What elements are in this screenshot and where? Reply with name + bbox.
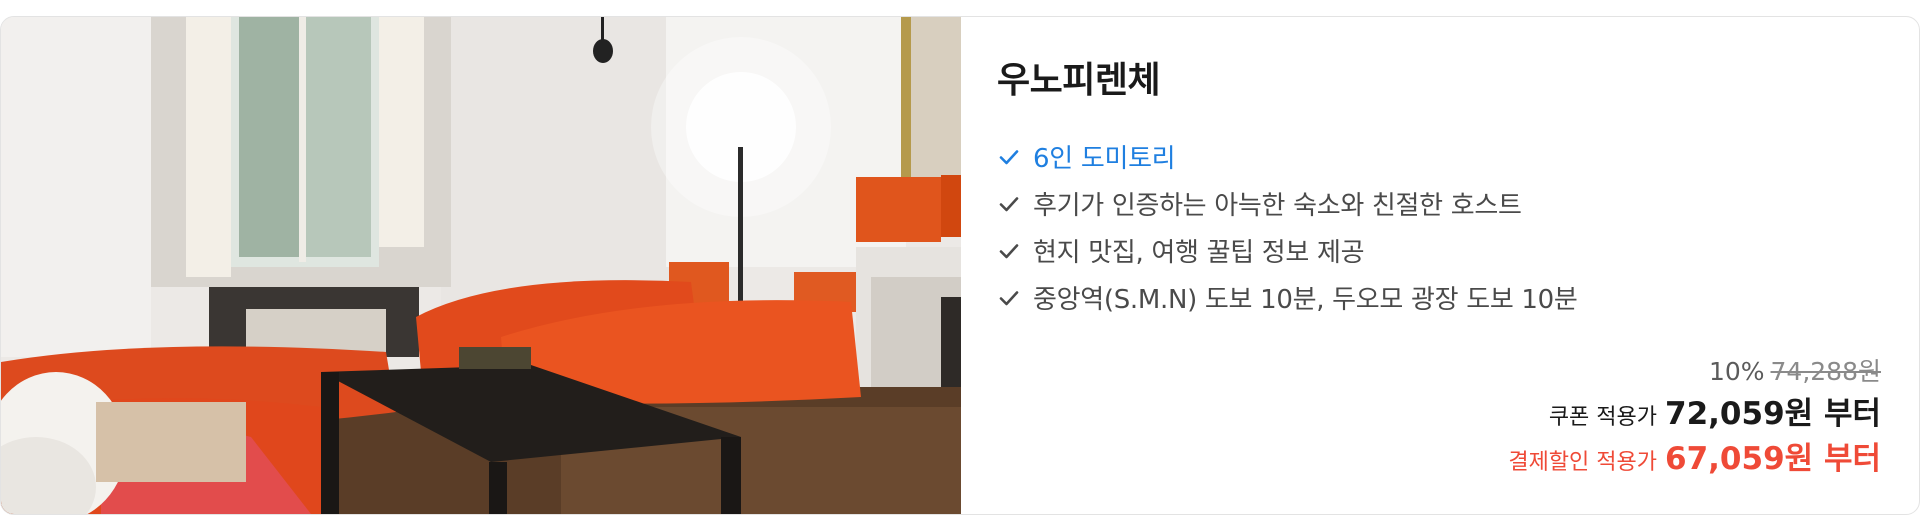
check-icon	[999, 243, 1019, 258]
feature-text: 현지 맛집, 여행 꿀팁 정보 제공	[1033, 238, 1365, 268]
discount-rate: 10%	[1708, 357, 1765, 386]
price-block: 10% 74,288원 쿠폰 적용가 72,059원 부터 결제할인 적용가 67,0…	[1508, 353, 1881, 481]
check-icon	[999, 196, 1019, 211]
discount-row: 10% 74,288원	[1508, 353, 1881, 391]
payment-price-label: 결제할인 적용가	[1508, 450, 1658, 475]
payment-price-row: 결제할인 적용가 67,059원 부터	[1508, 437, 1881, 481]
feature-text: 중앙역(S.M.N) 도보 10분, 두오모 광장 도보 10분	[1033, 285, 1578, 315]
check-icon	[999, 290, 1019, 305]
feature-item-local-tips: 현지 맛집, 여행 꿀팁 정보 제공	[997, 227, 1578, 274]
feature-item-location: 중앙역(S.M.N) 도보 10분, 두오모 광장 도보 10분	[997, 274, 1578, 321]
listing-photo[interactable]	[1, 17, 961, 514]
feature-item-room-type: 6인 도미토리	[997, 133, 1578, 180]
listing-card[interactable]: 우노피렌체 6인 도미토리 후기가 인증하는 아늑한 숙소와 친절한 호스트 현…	[0, 16, 1920, 515]
listing-title[interactable]: 우노피렌체	[997, 51, 1161, 103]
coupon-price-row: 쿠폰 적용가 72,059원 부터	[1508, 391, 1881, 437]
check-icon	[999, 149, 1019, 164]
room-photo-image	[1, 17, 961, 514]
original-price: 74,288원	[1770, 357, 1881, 386]
feature-text: 6인 도미토리	[1033, 144, 1176, 174]
feature-item-reviews: 후기가 인증하는 아늑한 숙소와 친절한 호스트	[997, 180, 1578, 227]
payment-price: 67,059원 부터	[1665, 441, 1881, 477]
coupon-price-label: 쿠폰 적용가	[1548, 405, 1658, 430]
listing-info: 우노피렌체 6인 도미토리 후기가 인증하는 아늑한 숙소와 친절한 호스트 현…	[961, 17, 1919, 514]
feature-text: 후기가 인증하는 아늑한 숙소와 친절한 호스트	[1033, 191, 1522, 221]
feature-list: 6인 도미토리 후기가 인증하는 아늑한 숙소와 친절한 호스트 현지 맛집, …	[997, 133, 1578, 321]
coupon-price: 72,059원 부터	[1665, 396, 1881, 432]
